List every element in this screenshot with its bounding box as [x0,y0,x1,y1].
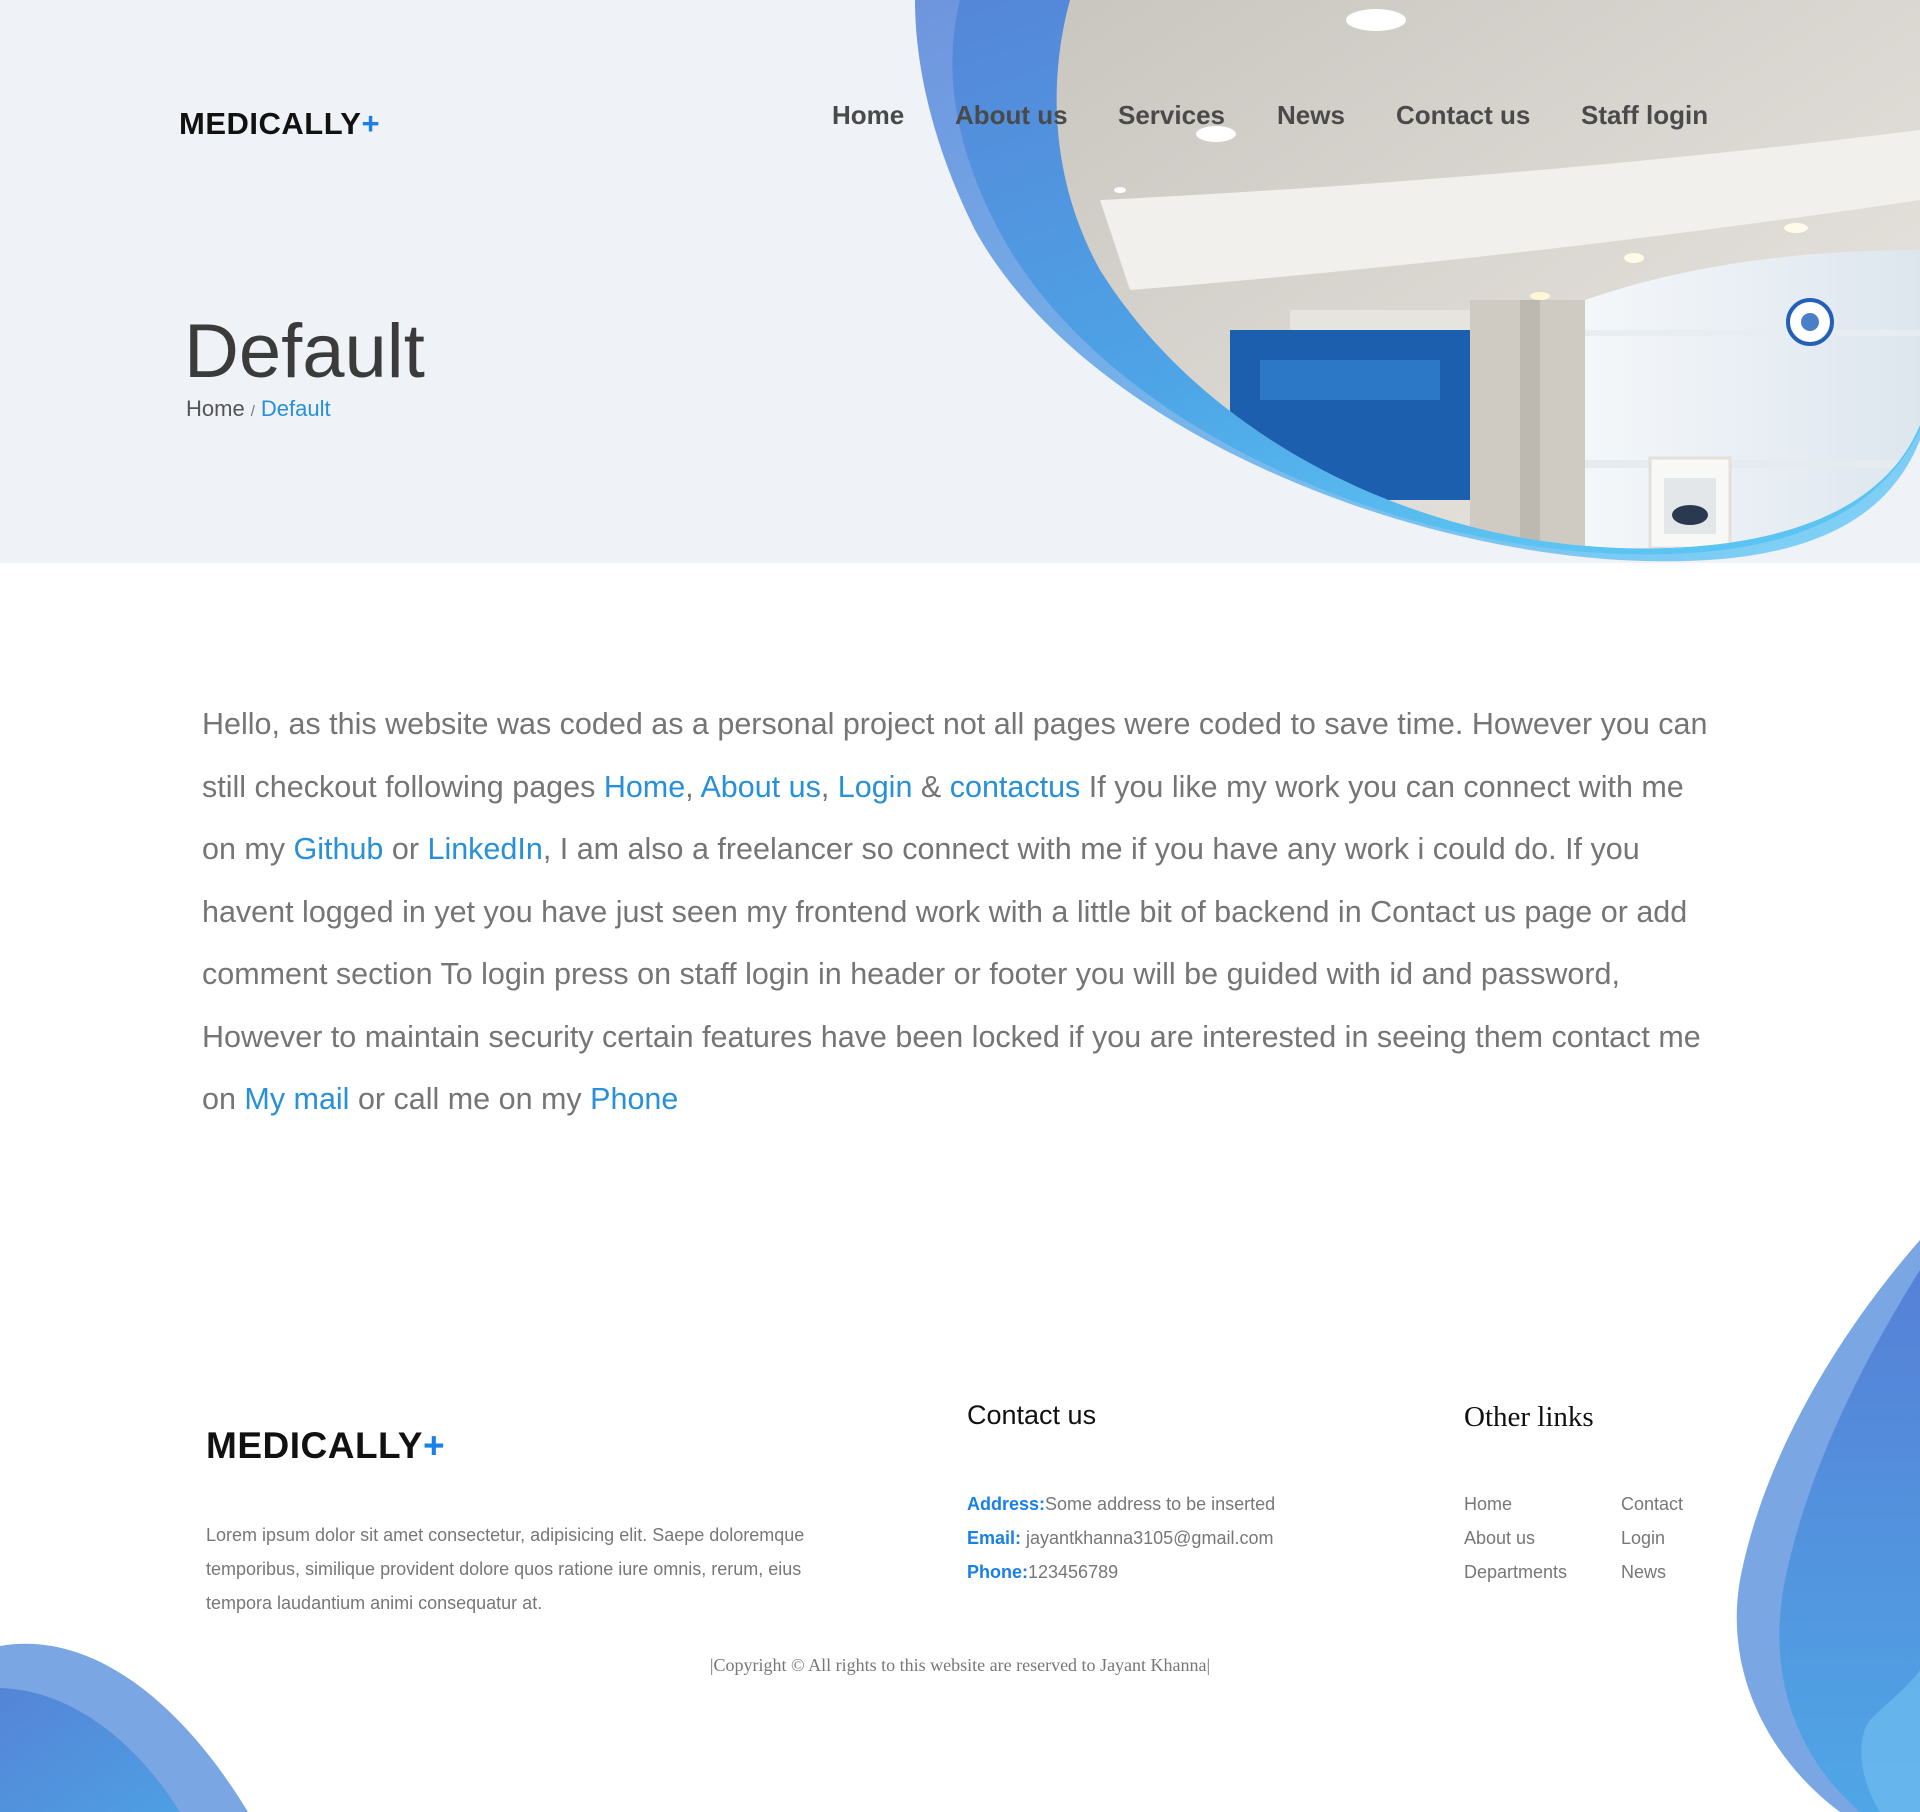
contact-phone: Phone:123456789 [967,1555,1275,1589]
footer-logo-plus: + [422,1425,446,1466]
footer-link-departments[interactable]: Departments [1464,1555,1567,1589]
intro-or: or [383,832,428,866]
copyright-notice: |Copyright © All rights to this website … [709,1655,1211,1675]
address-label: Address: [967,1494,1046,1514]
nav-services[interactable]: Services [1118,100,1225,131]
hero-section: MEDICALLY+ Home About us Services News C… [0,0,1920,563]
nav-staff-login[interactable]: Staff login [1581,100,1708,131]
intro-text-4: or call me on my [349,1082,591,1116]
link-contactus[interactable]: contactus [950,770,1081,804]
clinic-photo [1056,0,1920,549]
link-about-us[interactable]: About us [700,770,820,804]
phone-value[interactable]: 123456789 [1028,1562,1118,1582]
nav-home[interactable]: Home [832,100,904,131]
email-value[interactable]: jayantkhanna3105@gmail.com [1021,1528,1273,1548]
link-linkedin[interactable]: LinkedIn [427,832,542,866]
phone-label: Phone: [967,1562,1028,1582]
logo-text: MEDICALLY [179,106,362,141]
intro-paragraph: Hello, as this website was coded as a pe… [202,693,1722,1131]
breadcrumb-separator: / [250,403,255,420]
link-login[interactable]: Login [838,770,913,804]
footer-link-about-us[interactable]: About us [1464,1521,1535,1555]
intro-comma-2: , [820,769,838,804]
link-github[interactable]: Github [294,832,384,866]
footer-link-home[interactable]: Home [1464,1487,1512,1521]
hero-artwork [915,0,1920,562]
link-phone[interactable]: Phone [590,1082,678,1116]
link-my-mail[interactable]: My mail [244,1082,349,1116]
breadcrumb: Home / Default [186,396,331,422]
logo-plus: + [361,106,381,141]
intro-text-3: , I am also a freelancer so connect with… [202,832,1701,1116]
nav-contact-us[interactable]: Contact us [1396,100,1530,131]
link-home[interactable]: Home [604,770,685,804]
page-title: Default [184,309,425,394]
nav-news[interactable]: News [1277,100,1345,131]
address-value: Some address to be inserted [1045,1494,1276,1514]
contact-address: Address:Some address to be inserted [967,1487,1275,1521]
footer-link-news[interactable]: News [1621,1555,1666,1589]
footer-about-text: Lorem ipsum dolor sit amet consectetur, … [206,1525,805,1613]
footer-wave-right [1736,1240,1920,1812]
footer-contact-info: Address:Some address to be inserted Emai… [967,1487,1275,1589]
email-label: Email: [967,1528,1022,1548]
footer-links-heading: Other links [1464,1401,1594,1433]
footer-logo[interactable]: MEDICALLY+ [206,1425,445,1467]
contact-email: Email: jayantkhanna3105@gmail.com [967,1521,1275,1555]
footer-link-login[interactable]: Login [1621,1521,1665,1555]
nav-about-us[interactable]: About us [955,100,1068,131]
breadcrumb-current: Default [260,396,331,421]
breadcrumb-home[interactable]: Home [186,396,245,421]
footer-logo-text: MEDICALLY [206,1425,423,1466]
footer-contact-heading: Contact us [967,1400,1097,1430]
header-logo[interactable]: MEDICALLY+ [179,106,380,142]
intro-comma-1: , [685,769,701,804]
intro-ampersand: & [912,769,950,804]
footer-link-contact[interactable]: Contact [1621,1487,1683,1521]
